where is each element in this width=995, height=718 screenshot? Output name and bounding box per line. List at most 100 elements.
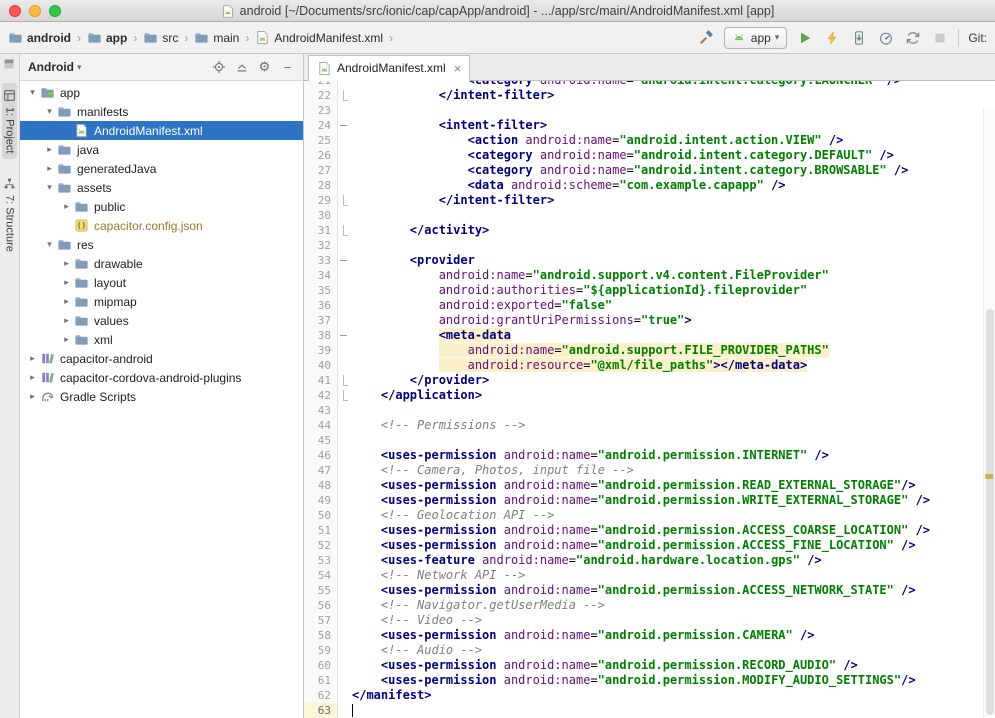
code-line[interactable]: 38 <meta-data bbox=[304, 328, 995, 343]
tree-item-layout[interactable]: ▸layout bbox=[20, 273, 303, 292]
code-line[interactable]: 27 <category android:name="android.inten… bbox=[304, 163, 995, 178]
profiler-icon[interactable] bbox=[877, 29, 895, 47]
chevron-right-icon[interactable]: ▸ bbox=[26, 353, 39, 364]
code-line[interactable]: 41 </provider> bbox=[304, 373, 995, 388]
tree-item-xml[interactable]: ▸xml bbox=[20, 330, 303, 349]
minimize-window-button[interactable] bbox=[29, 5, 41, 17]
code-line[interactable]: 44 <!-- Permissions --> bbox=[304, 418, 995, 433]
tree-item-java[interactable]: ▸java bbox=[20, 140, 303, 159]
chevron-down-icon[interactable]: ▾ bbox=[43, 239, 56, 250]
tab-androidmanifest[interactable]: AndroidManifest.xml × bbox=[308, 55, 470, 81]
code-line[interactable]: 59 <!-- Audio --> bbox=[304, 643, 995, 658]
code-line[interactable]: 34 android:name="android.support.v4.cont… bbox=[304, 268, 995, 283]
chevron-right-icon[interactable]: ▸ bbox=[43, 144, 56, 155]
tool-window-switcher-icon[interactable] bbox=[3, 58, 16, 71]
build-hammer-icon[interactable] bbox=[697, 29, 715, 47]
code-line[interactable]: 40 android:resource="@xml/file_paths"></… bbox=[304, 358, 995, 373]
code-editor[interactable]: 21 <category android:name="android.inten… bbox=[304, 81, 995, 718]
chevron-down-icon[interactable]: ▾ bbox=[26, 87, 39, 98]
code-line[interactable]: 56 <!-- Navigator.getUserMedia --> bbox=[304, 598, 995, 613]
code-line[interactable]: 48 <uses-permission android:name="androi… bbox=[304, 478, 995, 493]
chevron-right-icon[interactable]: ▸ bbox=[60, 277, 73, 288]
settings-gear-icon[interactable]: ⚙ bbox=[257, 60, 272, 75]
stop-icon[interactable] bbox=[931, 29, 949, 47]
editor-scrollbar[interactable] bbox=[983, 108, 995, 718]
chevron-down-icon[interactable]: ▾ bbox=[43, 182, 56, 193]
code-line[interactable]: 35 android:authorities="${applicationId}… bbox=[304, 283, 995, 298]
tree-item-generatedjava[interactable]: ▸generatedJava bbox=[20, 159, 303, 178]
code-line[interactable]: 37 android:grantUriPermissions="true"> bbox=[304, 313, 995, 328]
code-line[interactable]: 62</manifest> bbox=[304, 688, 995, 703]
chevron-right-icon[interactable]: ▸ bbox=[60, 201, 73, 212]
fold-marker[interactable] bbox=[338, 223, 350, 238]
chevron-right-icon[interactable]: ▸ bbox=[60, 296, 73, 307]
tree-item-app[interactable]: ▾app bbox=[20, 83, 303, 102]
fold-marker[interactable] bbox=[338, 388, 350, 403]
code-line[interactable]: 63 bbox=[304, 703, 995, 718]
close-tab-icon[interactable]: × bbox=[454, 61, 462, 76]
code-line[interactable]: 51 <uses-permission android:name="androi… bbox=[304, 523, 995, 538]
code-line[interactable]: 26 <category android:name="android.inten… bbox=[304, 148, 995, 163]
tree-item-manifests[interactable]: ▾manifests bbox=[20, 102, 303, 121]
gradle-sync-icon[interactable] bbox=[904, 29, 922, 47]
breadcrumb-item-android[interactable]: android bbox=[6, 28, 73, 47]
code-line[interactable]: 60 <uses-permission android:name="androi… bbox=[304, 658, 995, 673]
tree-item-assets[interactable]: ▾assets bbox=[20, 178, 303, 197]
chevron-down-icon[interactable]: ▾ bbox=[43, 106, 56, 117]
chevron-right-icon[interactable]: ▸ bbox=[43, 163, 56, 174]
code-line[interactable]: 45 bbox=[304, 433, 995, 448]
code-line[interactable]: 42 </application> bbox=[304, 388, 995, 403]
tree-item-capacitor-cordova-android-plugins[interactable]: ▸capacitor-cordova-android-plugins bbox=[20, 368, 303, 387]
tree-item-drawable[interactable]: ▸drawable bbox=[20, 254, 303, 273]
code-line[interactable]: 46 <uses-permission android:name="androi… bbox=[304, 448, 995, 463]
tree-item-capacitor-android[interactable]: ▸capacitor-android bbox=[20, 349, 303, 368]
code-line[interactable]: 25 <action android:name="android.intent.… bbox=[304, 133, 995, 148]
fold-marker[interactable] bbox=[338, 373, 350, 388]
breadcrumb-item-app[interactable]: app bbox=[85, 28, 129, 47]
code-line[interactable]: 49 <uses-permission android:name="androi… bbox=[304, 493, 995, 508]
code-line[interactable]: 53 <uses-feature android:name="android.h… bbox=[304, 553, 995, 568]
tool-window-structure-button[interactable]: 7: Structure bbox=[2, 171, 17, 258]
tree-item-public[interactable]: ▸public bbox=[20, 197, 303, 216]
hide-panel-icon[interactable]: − bbox=[280, 60, 295, 75]
run-configuration-select[interactable]: app ▾ bbox=[724, 27, 788, 49]
apply-changes-icon[interactable] bbox=[823, 29, 841, 47]
zoom-window-button[interactable] bbox=[49, 5, 61, 17]
code-line[interactable]: 55 <uses-permission android:name="androi… bbox=[304, 583, 995, 598]
code-line[interactable]: 28 <data android:scheme="com.example.cap… bbox=[304, 178, 995, 193]
collapse-all-icon[interactable] bbox=[234, 60, 249, 75]
code-line[interactable]: 50 <!-- Geolocation API --> bbox=[304, 508, 995, 523]
fold-marker[interactable] bbox=[338, 88, 350, 103]
fold-marker[interactable] bbox=[338, 253, 350, 268]
code-line[interactable]: 21 <category android:name="android.inten… bbox=[304, 81, 995, 88]
code-line[interactable]: 23 bbox=[304, 103, 995, 118]
fold-marker[interactable] bbox=[338, 328, 350, 343]
scrollbar-thumb[interactable] bbox=[986, 309, 994, 715]
code-line[interactable]: 58 <uses-permission android:name="androi… bbox=[304, 628, 995, 643]
chevron-right-icon[interactable]: ▸ bbox=[60, 334, 73, 345]
code-line[interactable]: 31 </activity> bbox=[304, 223, 995, 238]
tree-item-res[interactable]: ▾res bbox=[20, 235, 303, 254]
chevron-right-icon[interactable]: ▸ bbox=[60, 258, 73, 269]
breadcrumb-item-src[interactable]: src bbox=[141, 28, 180, 47]
run-button[interactable] bbox=[796, 29, 814, 47]
fold-marker[interactable] bbox=[338, 118, 350, 133]
fold-marker[interactable] bbox=[338, 193, 350, 208]
code-line[interactable]: 52 <uses-permission android:name="androi… bbox=[304, 538, 995, 553]
chevron-right-icon[interactable]: ▸ bbox=[26, 372, 39, 383]
code-line[interactable]: 47 <!-- Camera, Photos, input file --> bbox=[304, 463, 995, 478]
project-view-selector[interactable]: Android bbox=[28, 60, 74, 74]
tree-item-androidmanifest-xml[interactable]: AndroidManifest.xml bbox=[20, 121, 303, 140]
code-line[interactable]: 29 </intent-filter> bbox=[304, 193, 995, 208]
tool-window-project-button[interactable]: 1: Project bbox=[2, 83, 17, 159]
chevron-right-icon[interactable]: ▸ bbox=[26, 391, 39, 402]
code-line[interactable]: 22 </intent-filter> bbox=[304, 88, 995, 103]
code-line[interactable]: 54 <!-- Network API --> bbox=[304, 568, 995, 583]
chevron-right-icon[interactable]: ▸ bbox=[60, 315, 73, 326]
tree-item-values[interactable]: ▸values bbox=[20, 311, 303, 330]
tree-item-mipmap[interactable]: ▸mipmap bbox=[20, 292, 303, 311]
code-line[interactable]: 32 bbox=[304, 238, 995, 253]
code-line[interactable]: 33 <provider bbox=[304, 253, 995, 268]
tree-item-gradle-scripts[interactable]: ▸Gradle Scripts bbox=[20, 387, 303, 406]
close-window-button[interactable] bbox=[9, 5, 21, 17]
